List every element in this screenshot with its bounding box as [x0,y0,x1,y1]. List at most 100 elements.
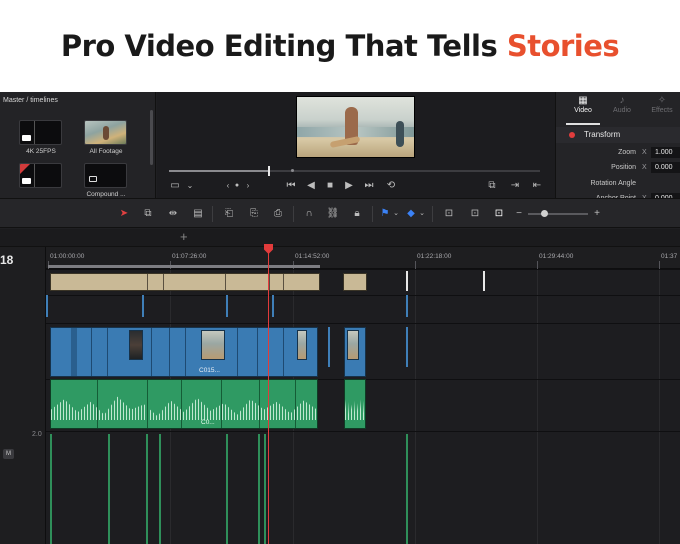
clip-thumbnail [297,330,307,360]
property-position: Position X 0.000 [556,162,680,176]
next-marker-icon[interactable]: › [243,179,253,193]
title-clip[interactable] [50,273,320,291]
ruler-label: 01:37 [661,253,678,260]
clip-thumbnail [129,330,143,360]
section-enable-toggle[interactable] [569,132,575,138]
stop-icon[interactable]: ■ [324,179,336,193]
clip-cut [107,328,108,376]
ruler-label: 01:07:26:00 [172,253,207,260]
timeline-tracks[interactable]: C015... C0... [46,269,680,544]
timeline-clip-4k[interactable] [19,120,62,145]
mute-button[interactable]: M [3,449,14,459]
clip-sliver [226,295,228,317]
clip-cut [97,380,98,428]
media-pool-breadcrumb[interactable]: Master / timelines [3,97,58,104]
clip-cut [237,328,238,376]
compound-clip[interactable] [84,163,127,188]
clip-label: Compound ... [86,191,126,198]
tab-label: Video [574,107,592,114]
snapping-icon[interactable]: ∩ [302,207,316,221]
trim-tool-icon[interactable]: ⧉ [140,207,156,221]
zoom-x-field[interactable]: 1.000 [651,147,680,158]
zoom-full-icon[interactable]: ⊡ [440,207,458,221]
skip-to-end-icon[interactable]: ⏭ [362,179,376,193]
insert-clip-icon[interactable]: ⎗ [220,207,238,221]
audio-waveform [345,396,365,420]
loop-icon[interactable]: ⟲ [384,179,398,193]
zoom-slider-knob[interactable] [541,210,548,217]
flag-icon[interactable]: ⚑ [380,207,390,221]
compound-clip-icon [89,176,97,182]
video-clip[interactable] [344,327,366,377]
clip-thumbnail [347,330,359,360]
film-icon: ▦ [578,95,588,106]
title-clip[interactable] [343,273,367,291]
track-divider [46,431,680,432]
clip-cut [259,380,260,428]
clip-cut [257,328,258,376]
tab-label: Effects [651,107,673,114]
match-frame-icon[interactable]: ⧉ [485,179,499,193]
zoom-in-icon[interactable]: + [592,207,602,221]
divider [34,164,35,187]
timeline-playhead[interactable] [264,244,273,544]
marker-line [406,271,408,291]
in-point-icon[interactable]: ⇥ [509,179,521,193]
red-corner-flag [20,164,30,174]
audio-clip[interactable]: C0... [50,379,318,429]
tab-audio[interactable]: ♪ Audio [602,95,642,114]
zoom-slider[interactable] [528,213,588,215]
out-point-icon[interactable]: ⇤ [531,179,543,193]
clip-cut [283,328,284,376]
clip-cut [181,380,182,428]
tab-effects[interactable]: ✧ Effects [642,95,680,114]
timecode-display: 18 [0,253,14,267]
clip-sliver [46,295,48,317]
marker-icon[interactable]: ◆ [406,207,416,221]
position-x-field[interactable]: 0.000 [651,162,680,173]
add-timeline-tab-button[interactable]: + [180,229,188,244]
selection-tool-icon[interactable]: ➤ [118,207,130,221]
scrub-marker [291,169,294,172]
skip-to-start-icon[interactable]: ⏮ [284,179,298,193]
chevron-down-icon[interactable]: ⌄ [392,207,400,221]
media-pool: Master / timelines 4K 25FPS All Footage … [0,92,156,198]
chevron-down-icon[interactable]: ⌄ [185,179,195,193]
audio-sliver [146,434,148,544]
video-clip[interactable]: C015... [50,327,318,377]
position-lock-icon[interactable]: 🔒︎ [350,207,364,221]
blade-tool-icon[interactable]: ▤ [190,207,206,221]
reverse-play-icon[interactable]: ◀ [305,179,317,193]
track-headers: 18 2.0 M [0,247,46,544]
headline-text: Pro Video Editing That Tells Stories [60,29,620,63]
timeline-clip-2[interactable] [19,163,62,188]
play-icon[interactable]: ▶ [343,179,355,193]
chevron-down-icon[interactable]: ⌄ [418,207,426,221]
dynamic-trim-icon[interactable]: ⇹ [165,207,181,221]
clip-cut [163,274,164,290]
linked-selection-icon[interactable]: ⛓ [326,207,340,221]
media-pool-scrollbar[interactable] [150,110,153,165]
tab-video[interactable]: ▦ Video [563,95,603,114]
viewer-scrubber[interactable] [169,166,540,176]
active-tab-indicator [566,123,600,125]
replace-clip-icon[interactable]: ⎙ [269,207,287,221]
marker-dot-icon[interactable]: ● [233,179,241,193]
inspector-panel: ▦ Video ♪ Audio ✧ Effects Transform Zoom… [555,92,680,204]
transform-section-header[interactable]: Transform [556,127,680,143]
prev-marker-icon[interactable]: ‹ [223,179,233,193]
zoom-detail-icon[interactable]: ⊡ [466,207,484,221]
viewer-frame [296,96,415,158]
timeline-ruler[interactable]: 01:00:00:00 01:07:26:00 01:14:52:00 01:2… [46,247,680,269]
crop-icon[interactable]: ▭ [169,179,181,193]
clip-cut [283,274,284,290]
zoom-out-icon[interactable]: − [514,207,524,221]
overwrite-clip-icon[interactable]: ⎘ [245,207,263,221]
headline-main: Pro Video Editing That Tells [60,29,507,63]
audio-sliver [264,434,266,544]
ruler-label: 01:14:52:00 [295,253,330,260]
audio-clip[interactable] [344,379,366,429]
scrub-handle[interactable] [268,166,270,176]
footage-thumbnail[interactable] [84,120,127,145]
zoom-custom-icon[interactable]: ⊡ [490,207,508,221]
